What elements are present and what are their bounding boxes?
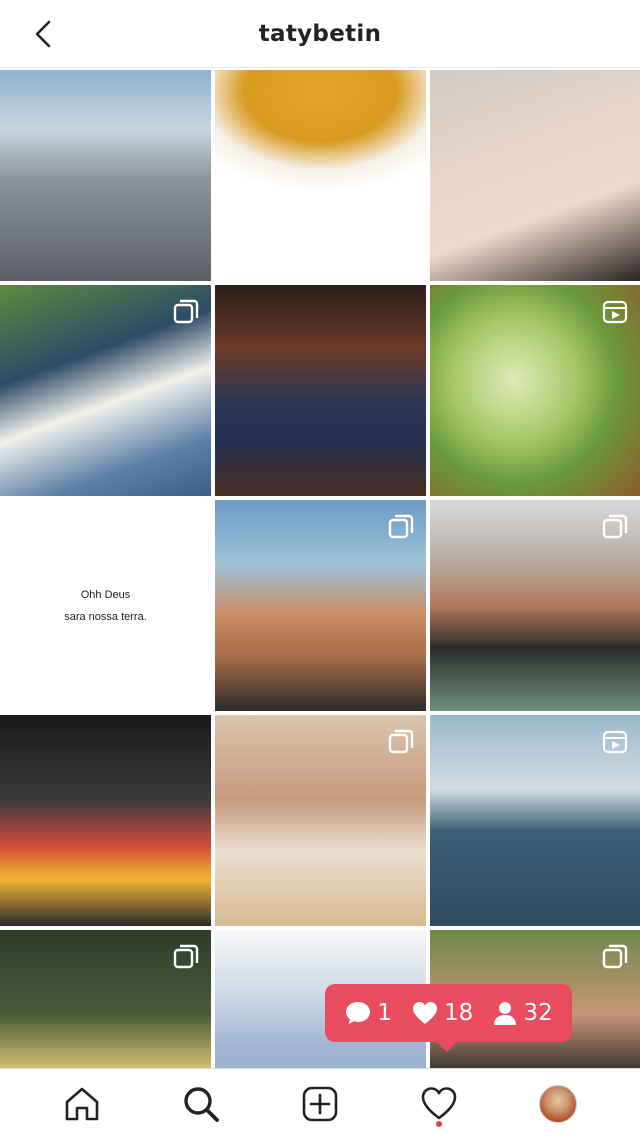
nav-profile-button[interactable]: [533, 1079, 583, 1129]
user-icon: [494, 1002, 517, 1025]
quote-text-line-2: sara nossa terra.: [64, 610, 147, 623]
followers-count: 32: [523, 1000, 553, 1026]
comments-count: 1: [377, 1000, 392, 1026]
heart-icon: [413, 1002, 438, 1024]
reels-icon: [602, 300, 628, 324]
carousel-icon: [173, 944, 199, 969]
post-tile-4[interactable]: [0, 285, 211, 496]
add-post-icon: [302, 1086, 338, 1121]
profile-username-title: tatybetin: [258, 20, 382, 47]
carousel-icon: [173, 299, 199, 324]
activity-notification-bubble[interactable]: 1 18 32: [325, 984, 572, 1042]
top-header: tatybetin: [0, 0, 640, 68]
carousel-icon: [602, 514, 628, 539]
post-tile-6[interactable]: [430, 285, 640, 496]
post-tile-9[interactable]: [430, 500, 640, 711]
post-tile-12[interactable]: [430, 715, 640, 926]
likes-count: 18: [444, 1000, 474, 1026]
nav-new-post-button[interactable]: [295, 1079, 345, 1129]
post-tile-2[interactable]: [215, 70, 426, 281]
likes-count-group: 18: [411, 1000, 473, 1026]
activity-notification-dot: [436, 1120, 443, 1127]
back-button[interactable]: [26, 16, 62, 52]
nav-home-button[interactable]: [57, 1079, 107, 1129]
carousel-icon: [388, 514, 414, 539]
chevron-left-icon: [35, 20, 51, 48]
carousel-icon: [602, 944, 628, 969]
comments-count-group: 1: [344, 1000, 392, 1026]
post-tile-10[interactable]: [0, 715, 211, 926]
post-tile-13[interactable]: [0, 930, 211, 1068]
reels-icon: [602, 730, 628, 754]
post-tile-5[interactable]: [215, 285, 426, 496]
post-tile-8[interactable]: [215, 500, 426, 711]
followers-count-group: 32: [492, 1000, 553, 1026]
quote-text-line-1: Ohh Deus: [80, 588, 131, 601]
heart-outline-icon: [421, 1086, 457, 1119]
bottom-navigation-bar: [0, 1068, 640, 1138]
notification-bubble-pointer: [436, 1041, 458, 1052]
post-tile-3[interactable]: [430, 70, 640, 281]
home-icon: [65, 1087, 98, 1120]
post-tile-7-text[interactable]: Ohh Deus sara nossa terra.: [0, 500, 211, 711]
profile-avatar: [539, 1084, 578, 1123]
carousel-icon: [388, 729, 414, 754]
search-icon: [184, 1086, 219, 1122]
post-tile-1[interactable]: [0, 70, 211, 281]
profile-posts-grid: Ohh Deus sara nossa terra.: [0, 70, 640, 1068]
comment-icon: [346, 1002, 371, 1024]
nav-activity-button[interactable]: [414, 1079, 464, 1129]
nav-search-button[interactable]: [176, 1079, 226, 1129]
post-tile-11[interactable]: [215, 715, 426, 926]
